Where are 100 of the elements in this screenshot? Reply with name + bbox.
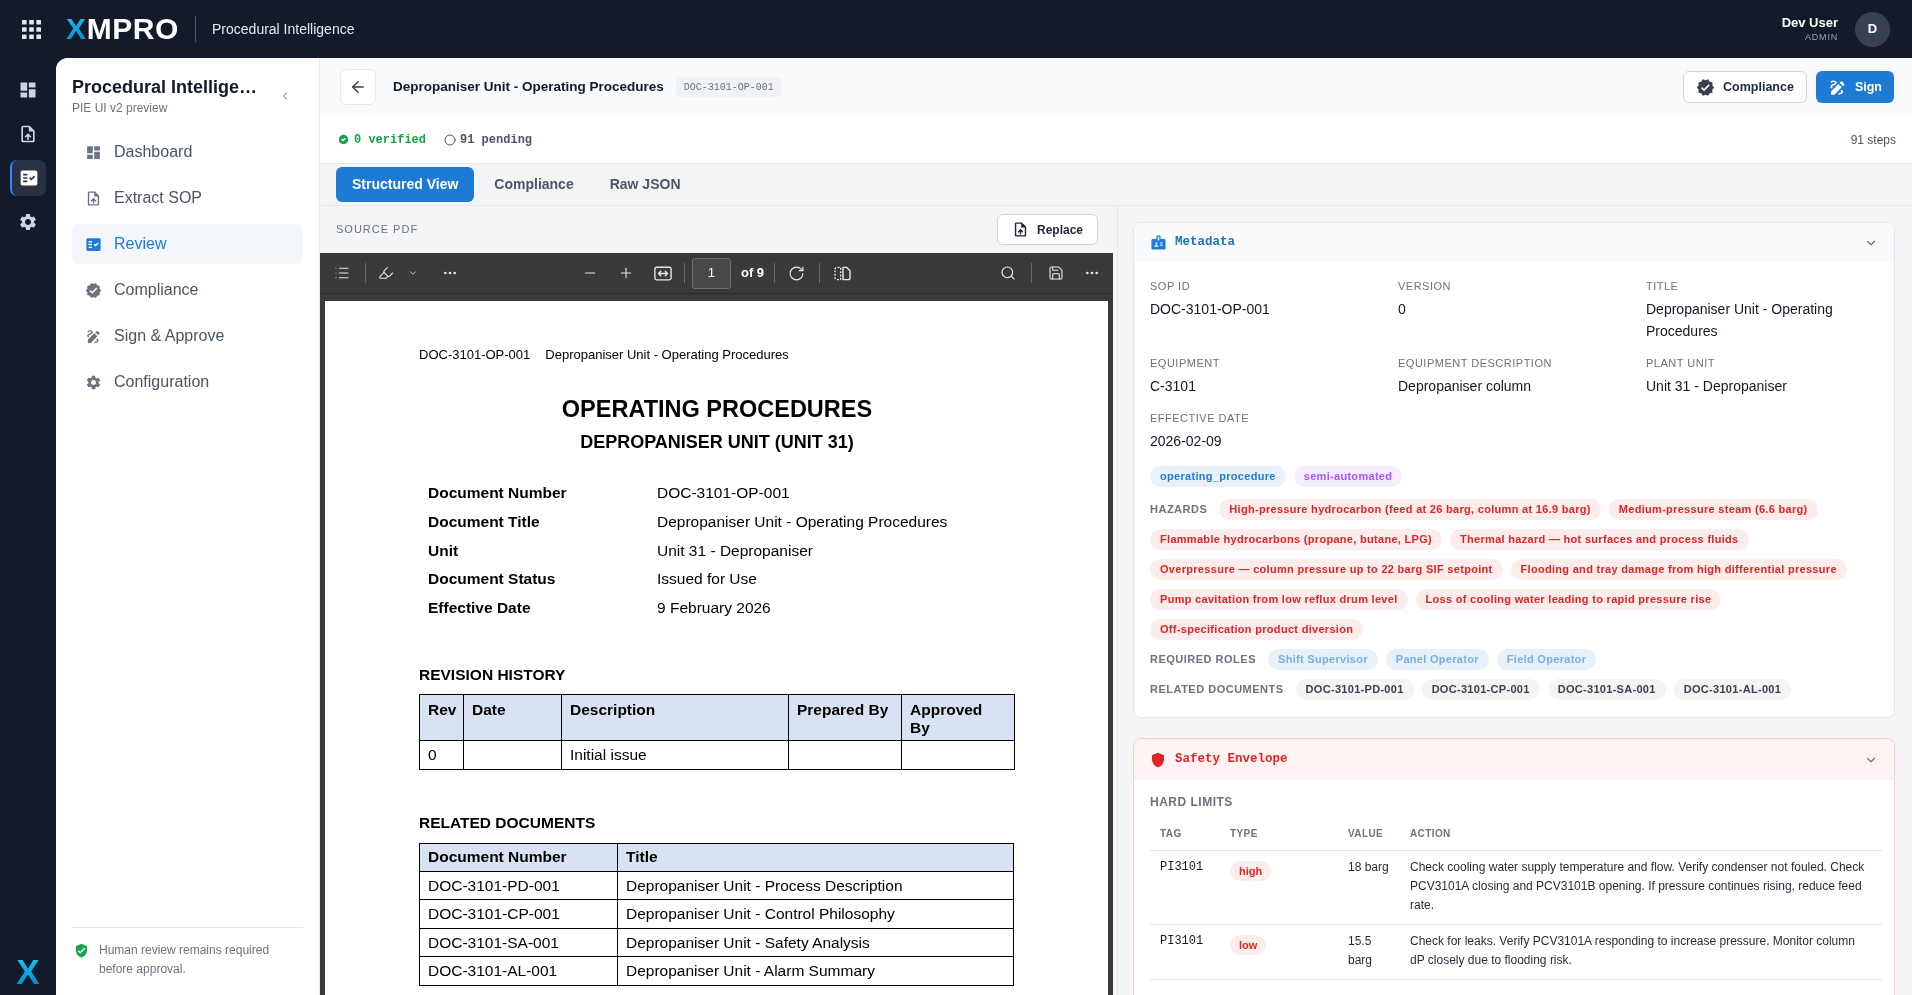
table-cell: DOC-3101-CP-001: [419, 899, 618, 929]
shield-check-icon: [74, 943, 89, 958]
dashboard-icon: [85, 143, 102, 161]
field-value: 2026-02-09: [1150, 432, 1223, 451]
metadata-header[interactable]: Metadata: [1134, 223, 1894, 262]
field-label: SOP ID: [1150, 279, 1192, 293]
table-header-cell: Document Number: [419, 843, 618, 872]
field-label: TITLE: [1646, 279, 1680, 293]
field-label: Document Status: [428, 569, 557, 590]
hazard-tag: Pump cavitation from low reflux drum level: [1150, 589, 1408, 610]
table-header-cell: Title: [617, 843, 1014, 872]
running-header-text: Depropaniser Unit - Operating Procedures: [545, 347, 789, 363]
tab[interactable]: Compliance: [478, 167, 590, 202]
safety-envelope-header[interactable]: Safety Envelope: [1134, 739, 1894, 780]
column-header: VALUE: [1338, 818, 1400, 850]
user-name: Dev User: [1781, 15, 1838, 31]
field-value: Unit 31 - Depropaniser: [1646, 377, 1788, 396]
checklist-icon: [19, 168, 39, 188]
apps-menu-icon[interactable]: [22, 19, 41, 39]
document-id-tag: DOC-3101-OP-001: [675, 77, 782, 97]
sidebar-subtitle: PIE UI v2 preview: [72, 100, 169, 116]
compliance-button[interactable]: Compliance: [1683, 71, 1807, 103]
field-value: Depropaniser Unit - Operating Procedures: [1646, 300, 1834, 341]
hazard-tag: Loss of cooling water leading to rapid pressure rise: [1415, 589, 1722, 610]
field-label: PLANT UNIT: [1646, 356, 1716, 370]
nav-item[interactable]: Review: [72, 224, 303, 264]
file-upload-icon: [1012, 221, 1029, 238]
pending-count: 91 pending: [460, 131, 533, 149]
table-cell: 15.5 barg: [1338, 924, 1400, 979]
field-label: Document Title: [428, 511, 541, 532]
table-cell: Depropaniser Unit - Control Philosophy: [617, 899, 1014, 929]
tab[interactable]: Raw JSON: [593, 167, 697, 202]
document-subheading: DEPROPANISER UNIT (UNIT 31): [580, 431, 854, 454]
field-value: 0: [1398, 300, 1407, 319]
replace-button[interactable]: Replace: [997, 214, 1098, 245]
table-cell: PI3101: [1150, 850, 1220, 924]
check-circle-icon: [337, 133, 350, 146]
rotate-icon[interactable]: [788, 264, 806, 282]
section-label: HAZARDS: [1150, 502, 1208, 518]
sidebar-title: Procedural Intellige…: [72, 76, 258, 99]
section-label: SOURCE PDF: [336, 222, 419, 238]
document-title: Depropaniser Unit - Operating Procedures: [393, 77, 664, 96]
page-number-field[interactable]: 1: [691, 257, 731, 289]
column-header: ACTION: [1400, 818, 1882, 850]
document-heading: OPERATING PROCEDURES: [561, 395, 873, 424]
checklist-icon: [85, 235, 102, 253]
pending-circle-icon: [444, 133, 456, 146]
page-count: of 9: [740, 264, 765, 283]
field-value: DOC-3101-OP-001: [1150, 300, 1271, 319]
nav-item[interactable]: Extract SOP: [72, 178, 303, 218]
verified-badge-icon: [1696, 77, 1716, 97]
table-cell: DOC-3101-AL-001: [419, 956, 618, 986]
section-heading: REVISION HISTORY: [419, 664, 566, 685]
user-avatar[interactable]: D: [1855, 11, 1890, 47]
card-title: Metadata: [1175, 234, 1235, 252]
nav-item[interactable]: Compliance: [72, 270, 303, 310]
table-cell: DOC-3101-SA-001: [419, 928, 618, 957]
dashboard-icon: [18, 80, 38, 100]
file-upload-icon: [18, 124, 38, 144]
hazard-tag: High-pressure hydrocarbon (feed at 26 barg, column at 16.9 barg): [1219, 499, 1601, 520]
sign-button[interactable]: Sign: [1815, 71, 1894, 103]
logo: XMPRO: [66, 14, 180, 44]
save-icon[interactable]: [1048, 265, 1064, 281]
field-label: EFFECTIVE DATE: [1150, 411, 1251, 425]
step-count: 91 steps: [1850, 131, 1896, 149]
settings-icon: [85, 373, 102, 391]
table-cell: Check cooling water supply temperature and flow. Verify condenser not fouled. Check PCV3101A closing and PCV3101B opening. If pressure continues rising, reduce feed rate.: [1400, 850, 1882, 924]
table-cell: Initial issue: [561, 740, 789, 770]
highlighter-icon[interactable]: [378, 265, 394, 281]
role-tag: Field Operator: [1496, 649, 1597, 670]
settings-icon: [18, 212, 38, 232]
field-label: Effective Date: [428, 598, 532, 618]
field-value: C-3101: [1150, 377, 1197, 396]
table-cell: PI3101: [1150, 924, 1220, 979]
outline-list-icon[interactable]: [333, 265, 351, 281]
nav-item[interactable]: Dashboard: [72, 132, 303, 172]
subsection-heading: HARD LIMITS: [1150, 794, 1233, 811]
id-card-icon: [1150, 234, 1167, 251]
hazard-tag: Thermal hazard — hot surfaces and process fluids: [1450, 529, 1749, 550]
table-header-cell: Date: [463, 694, 562, 741]
related-document-tag: DOC-3101-AL-001: [1673, 679, 1792, 700]
nav-item[interactable]: Configuration: [72, 362, 303, 402]
section-label: RELATED DOCUMENTS: [1150, 682, 1284, 698]
caret-icon[interactable]: [408, 268, 418, 278]
tab[interactable]: Structured View: [336, 167, 475, 202]
related-document-tag: DOC-3101-CP-001: [1421, 679, 1540, 700]
two-page-icon[interactable]: [834, 265, 852, 281]
pen-icon: [85, 327, 102, 345]
column-header: TAG: [1150, 818, 1220, 850]
nav-item[interactable]: Sign & Approve: [72, 316, 303, 356]
category-tag: semi-automated: [1293, 466, 1403, 487]
back-button[interactable]: [340, 69, 376, 105]
table-cell: Depropaniser Unit - Safety Analysis: [617, 928, 1014, 957]
rail-button[interactable]: [10, 160, 46, 196]
fit-width-icon[interactable]: [653, 265, 672, 281]
search-icon[interactable]: [1000, 265, 1016, 281]
pen-icon: [1827, 77, 1847, 97]
card-title: Safety Envelope: [1175, 751, 1288, 769]
verified-count: 0 verified: [354, 131, 426, 149]
user-role: ADMIN: [1805, 31, 1838, 43]
